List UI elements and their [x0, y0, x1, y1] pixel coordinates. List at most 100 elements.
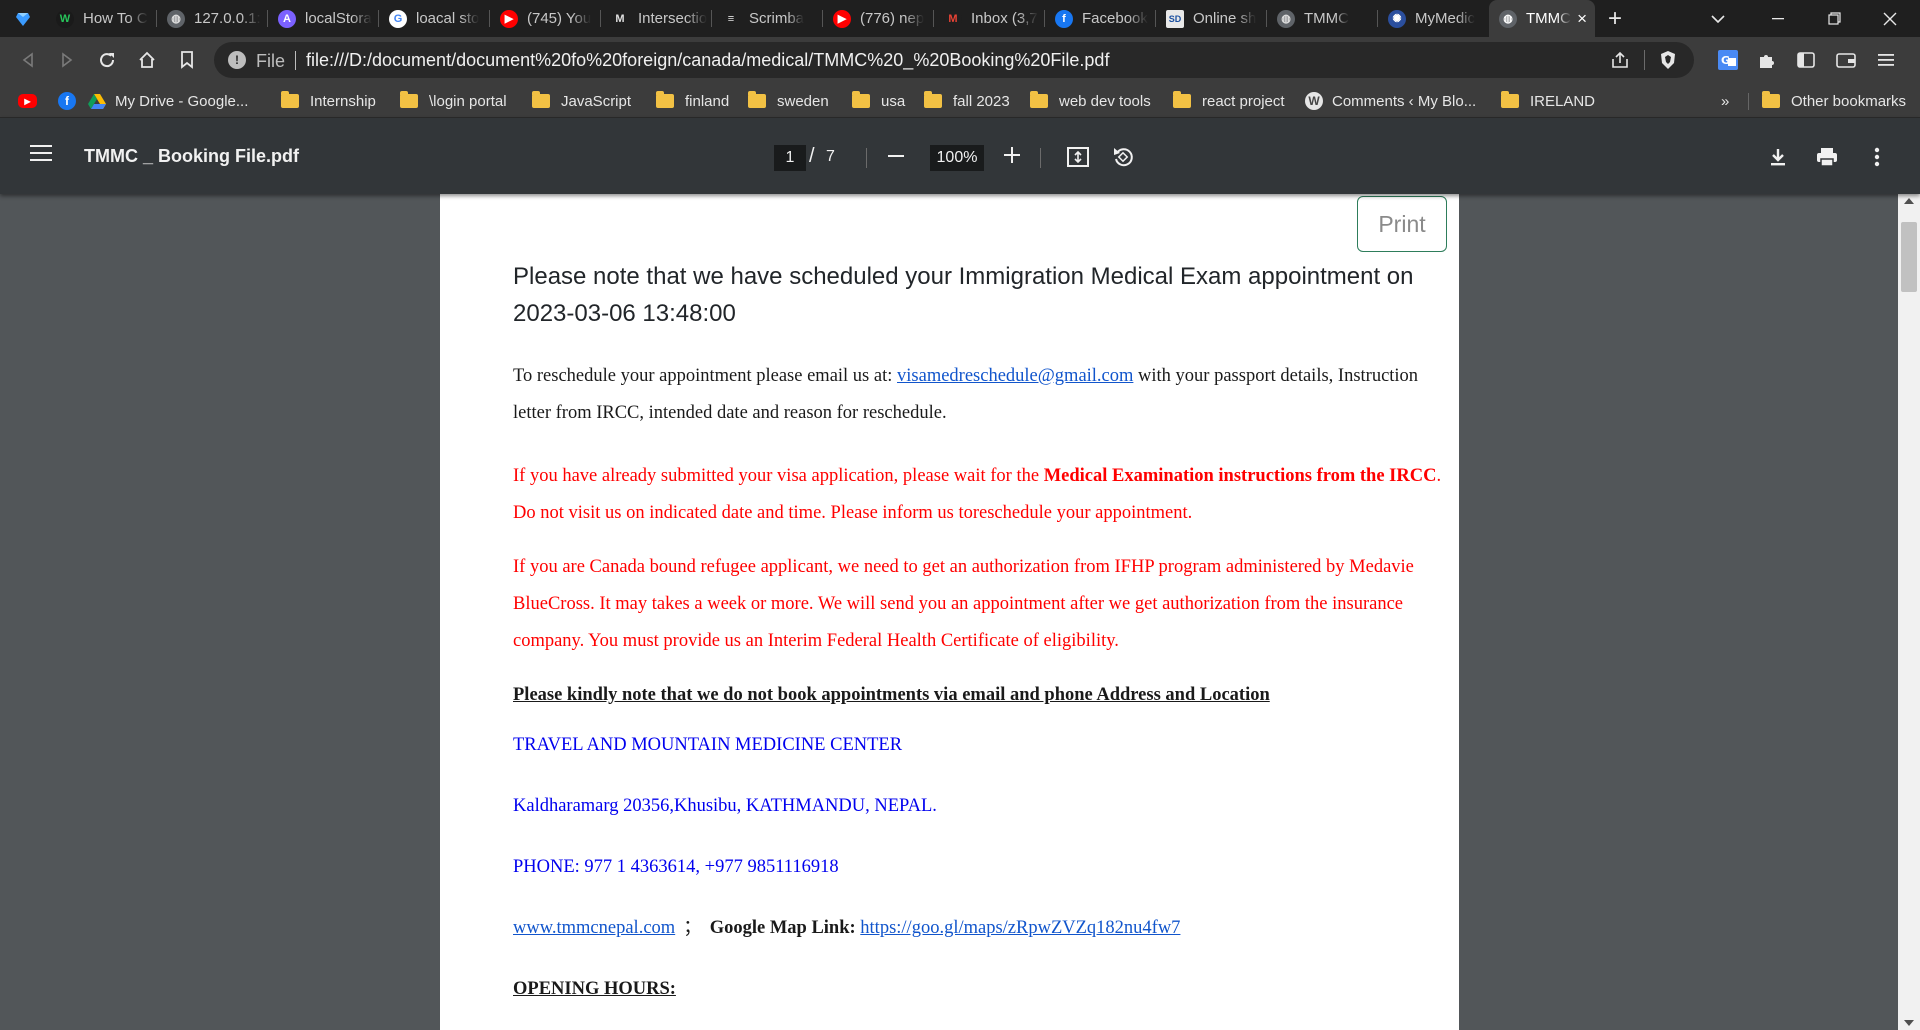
tab-title: (745) You [527, 10, 592, 27]
other-bookmarks-folder[interactable]: Other bookmarks [1762, 91, 1906, 111]
bookmark-item[interactable]: \login portal [400, 91, 507, 111]
youtube-bookmark-icon[interactable]: ▶ [18, 91, 46, 111]
center-address: Kaldharamarg 20356,Khusibu, KATHMANDU, N… [513, 796, 937, 816]
bookmark-item[interactable]: Internship [281, 91, 376, 111]
new-tab-button[interactable]: + [1595, 5, 1635, 33]
tab-title: MyMedic [1415, 10, 1476, 27]
bookmark-item[interactable]: W Comments ‹ My Blo... [1305, 91, 1476, 111]
center-name: TRAVEL AND MOUNTAIN MEDICINE CENTER [513, 735, 903, 755]
bookmarks-overflow-button[interactable]: » [1721, 91, 1729, 111]
bookmark-item[interactable]: web dev tools [1030, 91, 1151, 111]
facebook-icon: f [1055, 9, 1073, 28]
gmail-icon: M [944, 9, 962, 28]
tab[interactable]: ◍ 127.0.0.1: [157, 0, 268, 37]
pdf-toolbar: TMMC _ Booking File.pdf 1 / 7 100% [0, 118, 1920, 194]
sd-icon: SD [1166, 9, 1184, 28]
tab[interactable]: ▶ (776) nep [823, 0, 934, 37]
visa-notice-before: If you have already submitted your visa … [513, 466, 1044, 486]
download-icon[interactable] [1765, 144, 1791, 170]
url-text[interactable]: file:///D:/document/document%20fo%20fore… [306, 50, 1109, 71]
share-icon[interactable] [1606, 46, 1634, 74]
reschedule-text-before: To reschedule your appointment please em… [513, 366, 898, 386]
folder-icon [1173, 91, 1191, 108]
bookmark-label: usa [881, 92, 906, 110]
tab[interactable]: SD Online sh [1156, 0, 1267, 37]
bookmark-item[interactable]: sweden [748, 91, 829, 111]
tab[interactable]: ✺ MyMedic [1378, 0, 1489, 37]
tab-strip: W How To C ◍ 127.0.0.1: AlocalStora Gloacal s… [0, 0, 1920, 37]
minimize-icon[interactable] [1750, 0, 1806, 37]
zoom-out-button[interactable] [886, 146, 906, 172]
scroll-up-icon[interactable] [1904, 198, 1914, 204]
bookmark-item[interactable]: usa [852, 91, 905, 111]
bookmark-label: web dev tools [1059, 92, 1151, 110]
zoom-level-input[interactable]: 100% [930, 145, 984, 171]
back-icon[interactable] [14, 46, 42, 74]
tab[interactable]: M Inbox (3,7 [934, 0, 1045, 37]
translate-icon[interactable]: G [1714, 46, 1742, 74]
bookmark-item[interactable]: react project [1173, 91, 1285, 111]
extensions-icon[interactable] [1753, 46, 1781, 74]
google-icon: G [389, 9, 407, 28]
menu-icon[interactable] [1872, 46, 1900, 74]
home-icon[interactable] [133, 46, 161, 74]
bookmark-label: Comments ‹ My Blo... [1332, 92, 1477, 110]
google-map-link[interactable]: https://goo.gl/maps/zRpwZVZq182nu4fw7 [860, 918, 1180, 938]
tab-active[interactable]: ◍ TMMC × [1489, 0, 1595, 37]
scrimba-icon: ≡ [722, 9, 740, 28]
tab[interactable]: Gloacal sto [379, 0, 490, 37]
zoom-in-button[interactable] [1001, 142, 1023, 175]
bookmark-item[interactable]: IRELAND [1501, 91, 1595, 111]
more-options-icon[interactable] [1864, 144, 1890, 170]
bookmarks-divider [1748, 93, 1749, 110]
tab[interactable]: ▶ (745) You [490, 0, 601, 37]
scroll-down-icon[interactable] [1904, 1020, 1914, 1026]
brave-shields-icon[interactable] [1654, 46, 1682, 74]
info-icon[interactable]: ! [228, 51, 246, 69]
tab-search-chevron-icon[interactable] [1690, 0, 1746, 37]
bookmark-item[interactable]: JavaScript [532, 91, 631, 111]
bookmark-item[interactable]: fall 2023 [924, 91, 1010, 111]
vertical-scrollbar[interactable] [1898, 194, 1920, 1030]
tab-title: TMMC [1526, 10, 1571, 27]
close-window-icon[interactable] [1862, 0, 1918, 37]
link-separator: ； [683, 918, 702, 938]
reschedule-paragraph: To reschedule your appointment please em… [513, 358, 1453, 432]
bookmark-item[interactable]: My Drive - Google... [88, 91, 248, 111]
restore-icon[interactable] [1806, 0, 1862, 37]
omnibox-divider [1644, 50, 1645, 70]
tab[interactable]: ≡ Scrimba [712, 0, 823, 37]
facebook-bookmark-icon[interactable]: f [58, 91, 85, 111]
toolbar-divider [1040, 148, 1041, 168]
pdf-menu-icon[interactable] [30, 145, 52, 161]
tab[interactable]: W How To C [46, 0, 157, 37]
wallet-icon[interactable] [1832, 46, 1860, 74]
reschedule-email-link[interactable]: visamedreschedule@gmail.com [897, 366, 1133, 386]
tab-title: Intersectio [638, 10, 708, 27]
folder-icon [1030, 91, 1048, 108]
tab[interactable]: AlocalStora [268, 0, 379, 37]
tab[interactable]: ◍ TMMC [1267, 0, 1378, 37]
tab[interactable]: M Intersectio [601, 0, 712, 37]
sidebar-icon[interactable] [1792, 46, 1820, 74]
fit-to-page-icon[interactable] [1065, 144, 1091, 170]
tab-title: TMMC [1304, 10, 1349, 27]
tab[interactable]: f Facebook [1045, 0, 1156, 37]
bookmark-item[interactable]: finland [656, 91, 729, 111]
browser-toolbar: ! File file:///D:/document/document%20fo… [0, 37, 1920, 84]
tab-title: localStora [305, 10, 372, 27]
page-separator: / [809, 145, 815, 167]
bookmark-label: fall 2023 [953, 92, 1010, 110]
page-number-input[interactable]: 1 [774, 145, 806, 171]
forward-icon[interactable] [53, 46, 81, 74]
address-bar[interactable]: ! File file:///D:/document/document%20fo… [214, 42, 1694, 78]
close-tab-icon[interactable]: × [1577, 9, 1587, 29]
website-link[interactable]: www.tmmcnepal.com [513, 918, 675, 938]
rotate-icon[interactable] [1110, 144, 1136, 170]
reload-icon[interactable] [93, 46, 121, 74]
bookmark-icon[interactable] [173, 46, 201, 74]
scroll-thumb[interactable] [1901, 222, 1917, 292]
print-icon[interactable] [1814, 144, 1840, 170]
print-button[interactable]: Print [1357, 196, 1447, 252]
tab-search-gem-icon[interactable] [0, 0, 46, 37]
